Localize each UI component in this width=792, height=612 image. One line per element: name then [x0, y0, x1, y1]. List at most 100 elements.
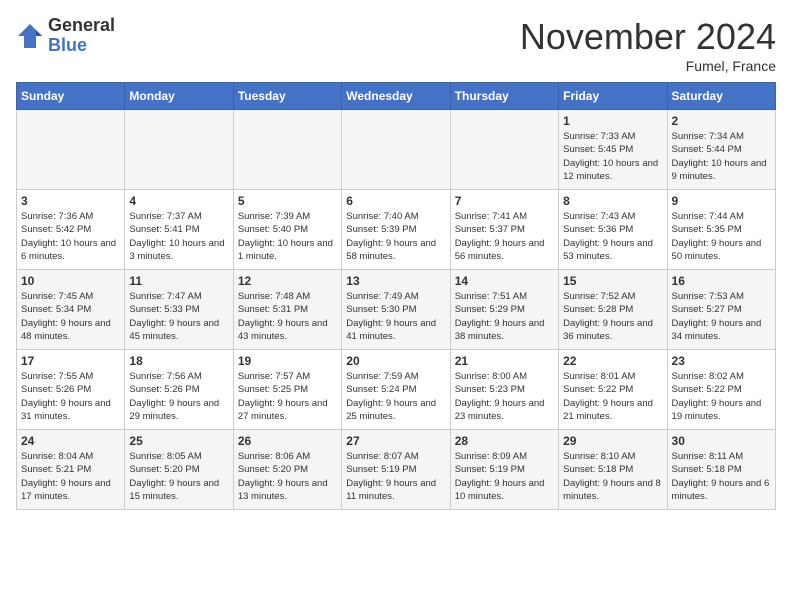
calendar-day-cell: 16 Sunrise: 7:53 AM Sunset: 5:27 PM Dayli…	[667, 270, 775, 350]
day-of-week-header: Friday	[559, 83, 667, 110]
day-info: Sunrise: 8:02 AM Sunset: 5:22 PM Dayligh…	[672, 370, 771, 423]
day-number: 21	[455, 354, 554, 368]
day-info: Sunrise: 7:56 AM Sunset: 5:26 PM Dayligh…	[129, 370, 228, 423]
calendar-day-cell: 30 Sunrise: 8:11 AM Sunset: 5:18 PM Dayli…	[667, 430, 775, 510]
day-of-week-header: Monday	[125, 83, 233, 110]
day-info: Sunrise: 7:44 AM Sunset: 5:35 PM Dayligh…	[672, 210, 771, 263]
day-number: 25	[129, 434, 228, 448]
day-number: 4	[129, 194, 228, 208]
day-info: Sunrise: 7:59 AM Sunset: 5:24 PM Dayligh…	[346, 370, 445, 423]
calendar-day-cell: 27 Sunrise: 8:07 AM Sunset: 5:19 PM Dayli…	[342, 430, 450, 510]
day-number: 28	[455, 434, 554, 448]
day-of-week-header: Wednesday	[342, 83, 450, 110]
calendar-day-cell	[233, 110, 341, 190]
location-subtitle: Fumel, France	[520, 58, 776, 74]
day-info: Sunrise: 8:00 AM Sunset: 5:23 PM Dayligh…	[455, 370, 554, 423]
logo-general-text: General	[48, 16, 115, 36]
day-number: 30	[672, 434, 771, 448]
day-number: 23	[672, 354, 771, 368]
day-info: Sunrise: 8:01 AM Sunset: 5:22 PM Dayligh…	[563, 370, 662, 423]
day-info: Sunrise: 7:45 AM Sunset: 5:34 PM Dayligh…	[21, 290, 120, 343]
day-number: 1	[563, 114, 662, 128]
month-title: November 2024	[520, 16, 776, 58]
day-of-week-header: Saturday	[667, 83, 775, 110]
day-info: Sunrise: 8:11 AM Sunset: 5:18 PM Dayligh…	[672, 450, 771, 503]
calendar-day-cell: 17Sunrise: 7:55 AM Sunset: 5:26 PM Dayli…	[17, 350, 125, 430]
calendar-day-cell: 2 Sunrise: 7:34 AM Sunset: 5:44 PM Daylig…	[667, 110, 775, 190]
calendar-day-cell: 21 Sunrise: 8:00 AM Sunset: 5:23 PM Dayli…	[450, 350, 558, 430]
day-number: 22	[563, 354, 662, 368]
day-number: 27	[346, 434, 445, 448]
calendar-week-row: 24 Sunrise: 8:04 AM Sunset: 5:21 PM Dayli…	[17, 430, 776, 510]
day-number: 29	[563, 434, 662, 448]
calendar-day-cell: 1Sunrise: 7:33 AM Sunset: 5:45 PM Daylig…	[559, 110, 667, 190]
logo: General Blue	[16, 16, 115, 56]
calendar-day-cell: 28 Sunrise: 8:09 AM Sunset: 5:19 PM Dayli…	[450, 430, 558, 510]
calendar-day-cell: 4 Sunrise: 7:37 AM Sunset: 5:41 PM Daylig…	[125, 190, 233, 270]
calendar-header-row: SundayMondayTuesdayWednesdayThursdayFrid…	[17, 83, 776, 110]
day-number: 2	[672, 114, 771, 128]
calendar-day-cell	[125, 110, 233, 190]
day-number: 15	[563, 274, 662, 288]
day-number: 10	[21, 274, 120, 288]
day-info: Sunrise: 8:07 AM Sunset: 5:19 PM Dayligh…	[346, 450, 445, 503]
day-number: 18	[129, 354, 228, 368]
calendar-day-cell: 22 Sunrise: 8:01 AM Sunset: 5:22 PM Dayli…	[559, 350, 667, 430]
day-info: Sunrise: 7:48 AM Sunset: 5:31 PM Dayligh…	[238, 290, 337, 343]
day-info: Sunrise: 8:05 AM Sunset: 5:20 PM Dayligh…	[129, 450, 228, 503]
day-info: Sunrise: 7:34 AM Sunset: 5:44 PM Dayligh…	[672, 130, 771, 183]
calendar-day-cell	[450, 110, 558, 190]
calendar-day-cell: 14 Sunrise: 7:51 AM Sunset: 5:29 PM Dayli…	[450, 270, 558, 350]
calendar-day-cell	[17, 110, 125, 190]
day-number: 12	[238, 274, 337, 288]
calendar-week-row: 1Sunrise: 7:33 AM Sunset: 5:45 PM Daylig…	[17, 110, 776, 190]
day-info: Sunrise: 8:04 AM Sunset: 5:21 PM Dayligh…	[21, 450, 120, 503]
calendar-day-cell: 25 Sunrise: 8:05 AM Sunset: 5:20 PM Dayli…	[125, 430, 233, 510]
title-block: November 2024 Fumel, France	[520, 16, 776, 74]
calendar-day-cell: 8 Sunrise: 7:43 AM Sunset: 5:36 PM Daylig…	[559, 190, 667, 270]
day-number: 16	[672, 274, 771, 288]
day-info: Sunrise: 8:10 AM Sunset: 5:18 PM Dayligh…	[563, 450, 662, 503]
day-info: Sunrise: 7:41 AM Sunset: 5:37 PM Dayligh…	[455, 210, 554, 263]
calendar-day-cell: 9 Sunrise: 7:44 AM Sunset: 5:35 PM Daylig…	[667, 190, 775, 270]
day-info: Sunrise: 7:37 AM Sunset: 5:41 PM Dayligh…	[129, 210, 228, 263]
calendar-week-row: 17Sunrise: 7:55 AM Sunset: 5:26 PM Dayli…	[17, 350, 776, 430]
day-number: 7	[455, 194, 554, 208]
calendar-day-cell: 10 Sunrise: 7:45 AM Sunset: 5:34 PM Dayli…	[17, 270, 125, 350]
day-number: 14	[455, 274, 554, 288]
page-header: General Blue November 2024 Fumel, France	[16, 16, 776, 74]
day-number: 8	[563, 194, 662, 208]
calendar-day-cell: 11Sunrise: 7:47 AM Sunset: 5:33 PM Dayli…	[125, 270, 233, 350]
calendar-day-cell: 15Sunrise: 7:52 AM Sunset: 5:28 PM Dayli…	[559, 270, 667, 350]
day-info: Sunrise: 7:39 AM Sunset: 5:40 PM Dayligh…	[238, 210, 337, 263]
logo-text: General Blue	[48, 16, 115, 56]
calendar-day-cell	[342, 110, 450, 190]
calendar-week-row: 10 Sunrise: 7:45 AM Sunset: 5:34 PM Dayli…	[17, 270, 776, 350]
calendar-day-cell: 13Sunrise: 7:49 AM Sunset: 5:30 PM Dayli…	[342, 270, 450, 350]
calendar-day-cell: 6Sunrise: 7:40 AM Sunset: 5:39 PM Daylig…	[342, 190, 450, 270]
calendar-day-cell: 26Sunrise: 8:06 AM Sunset: 5:20 PM Dayli…	[233, 430, 341, 510]
calendar-day-cell: 29 Sunrise: 8:10 AM Sunset: 5:18 PM Dayli…	[559, 430, 667, 510]
day-of-week-header: Sunday	[17, 83, 125, 110]
day-info: Sunrise: 7:43 AM Sunset: 5:36 PM Dayligh…	[563, 210, 662, 263]
day-number: 3	[21, 194, 120, 208]
day-number: 26	[238, 434, 337, 448]
day-info: Sunrise: 7:40 AM Sunset: 5:39 PM Dayligh…	[346, 210, 445, 263]
day-info: Sunrise: 7:49 AM Sunset: 5:30 PM Dayligh…	[346, 290, 445, 343]
calendar-day-cell: 24 Sunrise: 8:04 AM Sunset: 5:21 PM Dayli…	[17, 430, 125, 510]
logo-blue-text: Blue	[48, 36, 115, 56]
day-info: Sunrise: 8:09 AM Sunset: 5:19 PM Dayligh…	[455, 450, 554, 503]
day-number: 5	[238, 194, 337, 208]
day-info: Sunrise: 7:53 AM Sunset: 5:27 PM Dayligh…	[672, 290, 771, 343]
day-info: Sunrise: 7:51 AM Sunset: 5:29 PM Dayligh…	[455, 290, 554, 343]
day-number: 19	[238, 354, 337, 368]
day-number: 24	[21, 434, 120, 448]
day-of-week-header: Thursday	[450, 83, 558, 110]
day-number: 9	[672, 194, 771, 208]
calendar-day-cell: 3Sunrise: 7:36 AM Sunset: 5:42 PM Daylig…	[17, 190, 125, 270]
calendar-table: SundayMondayTuesdayWednesdayThursdayFrid…	[16, 82, 776, 510]
calendar-day-cell: 20Sunrise: 7:59 AM Sunset: 5:24 PM Dayli…	[342, 350, 450, 430]
calendar-day-cell: 12 Sunrise: 7:48 AM Sunset: 5:31 PM Dayli…	[233, 270, 341, 350]
day-info: Sunrise: 7:55 AM Sunset: 5:26 PM Dayligh…	[21, 370, 120, 423]
calendar-day-cell: 5 Sunrise: 7:39 AM Sunset: 5:40 PM Daylig…	[233, 190, 341, 270]
